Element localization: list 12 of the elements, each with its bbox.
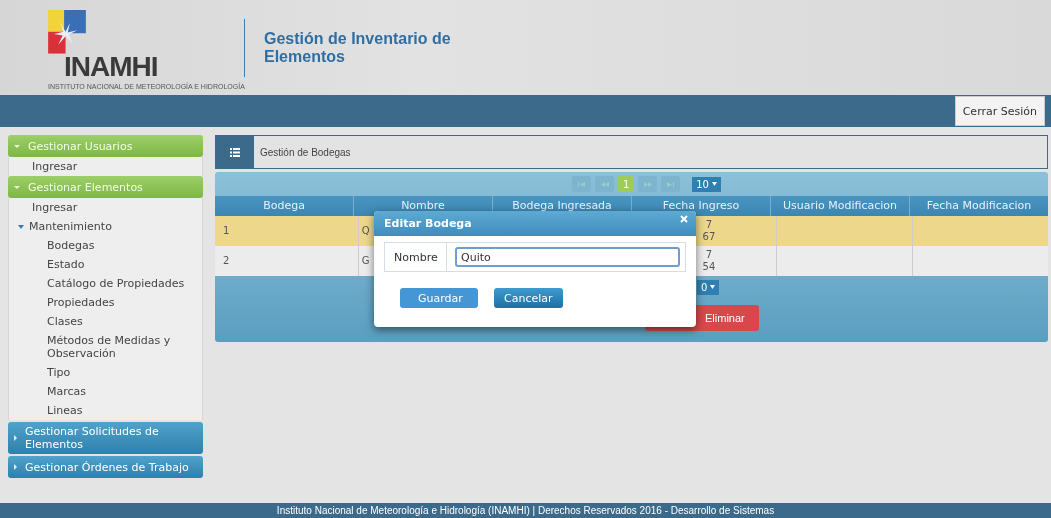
table-cell: Q — [361, 225, 370, 237]
dialog-title: Editar Bodega — [384, 217, 472, 230]
table-cell: 7 54 — [702, 249, 716, 273]
table-cell: 2 — [223, 255, 230, 267]
table-cell: 7 67 — [702, 219, 716, 243]
table-cell: G — [361, 255, 370, 267]
app-title: Gestión de Inventario de Elementos — [264, 29, 452, 66]
logo-text: INAMHI — [63, 52, 159, 82]
table-cell: 1 — [223, 225, 230, 237]
footer-text: Instituto Nacional de Meteorología e Hidrología (INAMHI) | Derechos Reservados 2016 - Desarrollo de Sistemas — [276, 504, 775, 517]
panel-title: Gestión de Bodegas — [259, 146, 351, 158]
field-label: Nombre — [385, 243, 447, 271]
